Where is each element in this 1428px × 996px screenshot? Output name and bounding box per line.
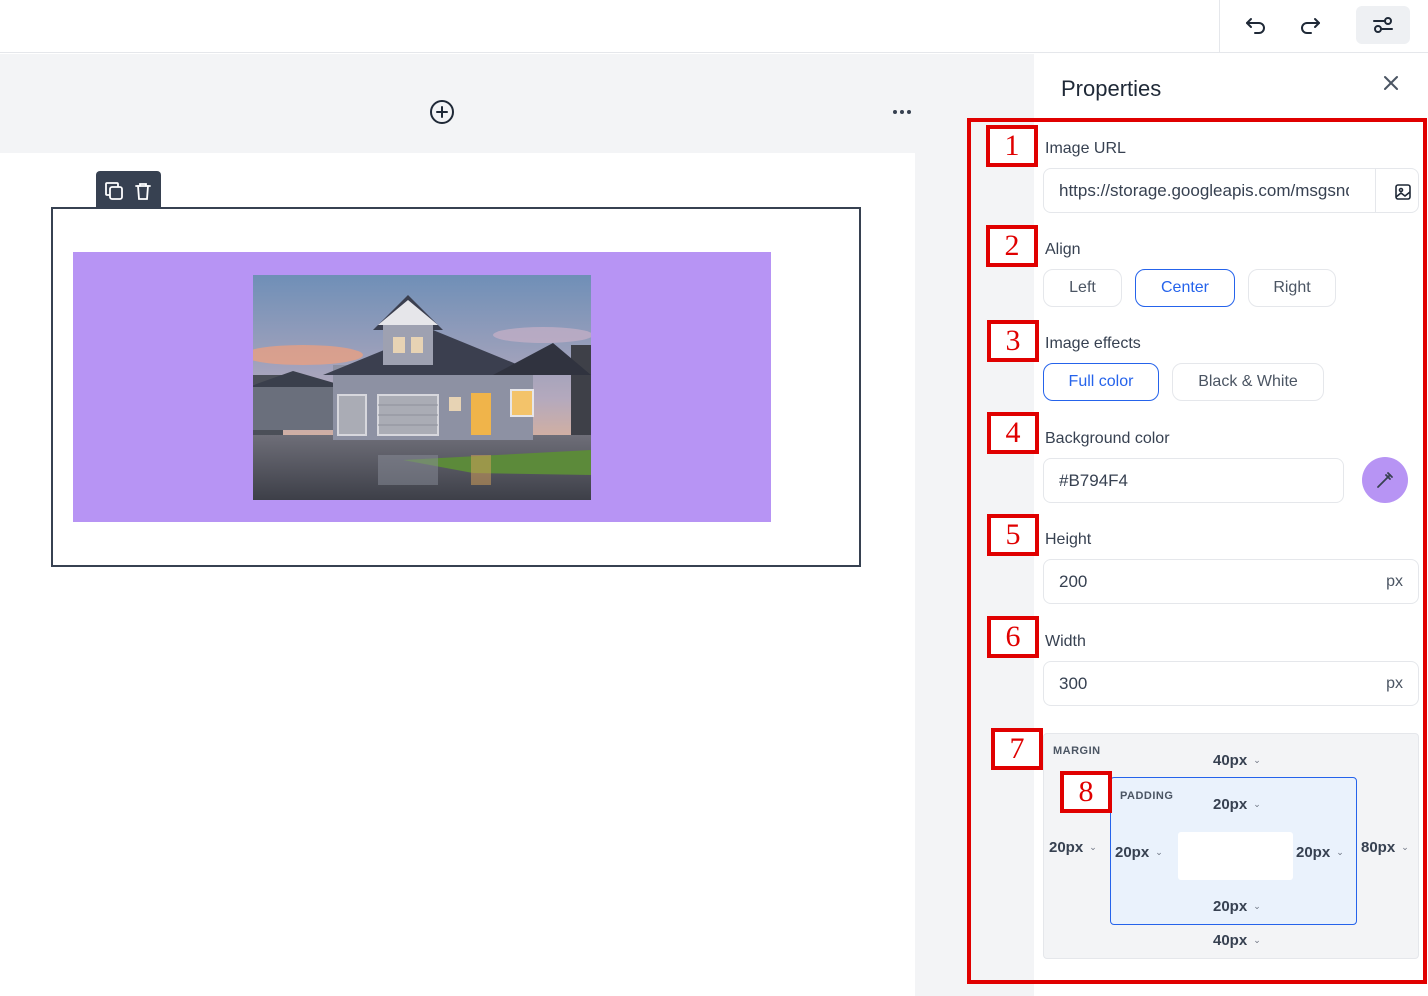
height-value: 200 bbox=[1059, 571, 1088, 591]
top-toolbar bbox=[0, 0, 1428, 53]
marker-7: 7 bbox=[991, 728, 1043, 770]
image-url-label: Image URL bbox=[1045, 140, 1126, 157]
email-page bbox=[0, 153, 915, 996]
close-icon bbox=[1384, 76, 1398, 90]
marker-1: 1 bbox=[986, 125, 1038, 167]
marker-5: 5 bbox=[987, 514, 1039, 556]
marker-3: 3 bbox=[987, 320, 1039, 362]
width-value: 300 bbox=[1059, 673, 1088, 693]
padding-bottom-select[interactable]: 20px ⌄ bbox=[1213, 898, 1261, 915]
redo-icon bbox=[1301, 18, 1320, 34]
content-box bbox=[1178, 832, 1293, 880]
settings-button[interactable] bbox=[1356, 6, 1410, 44]
chevron-down-icon: ⌄ bbox=[1155, 847, 1163, 857]
margin-bottom-select[interactable]: 40px ⌄ bbox=[1213, 932, 1261, 949]
more-horizontal-icon bbox=[893, 110, 897, 114]
chevron-down-icon: ⌄ bbox=[1089, 842, 1097, 852]
block-toolbar bbox=[96, 171, 161, 211]
image-background bbox=[73, 252, 771, 522]
padding-label: PADDING bbox=[1120, 790, 1174, 802]
color-picker-swatch[interactable] bbox=[1362, 457, 1408, 503]
panel-title: Properties bbox=[1061, 76, 1162, 101]
undo-icon bbox=[1246, 18, 1265, 34]
plus-circle-icon bbox=[430, 100, 454, 124]
height-unit: px bbox=[1386, 572, 1403, 590]
delete-block-button[interactable] bbox=[132, 180, 154, 202]
align-center-button[interactable]: Center bbox=[1135, 269, 1235, 307]
image-icon bbox=[1394, 183, 1411, 200]
width-input[interactable]: 300 px bbox=[1043, 661, 1419, 706]
padding-right-select[interactable]: 20px ⌄ bbox=[1296, 844, 1344, 861]
margin-top-select[interactable]: 40px ⌄ bbox=[1213, 752, 1261, 769]
height-input[interactable]: 200 px bbox=[1043, 559, 1419, 604]
trash-icon bbox=[135, 183, 151, 200]
image-effects-label: Image effects bbox=[1045, 335, 1141, 352]
padding-top-select[interactable]: 20px ⌄ bbox=[1213, 796, 1261, 813]
add-block-button[interactable] bbox=[429, 99, 455, 125]
width-unit: px bbox=[1386, 674, 1403, 692]
image-block[interactable] bbox=[51, 207, 861, 567]
marker-2: 2 bbox=[986, 225, 1038, 267]
chevron-down-icon: ⌄ bbox=[1253, 901, 1261, 911]
padding-left-select[interactable]: 20px ⌄ bbox=[1115, 844, 1163, 861]
marker-8: 8 bbox=[1060, 771, 1112, 813]
properties-panel: Properties 1 Image URL https://storage.g… bbox=[967, 54, 1428, 996]
house-image bbox=[253, 275, 591, 500]
align-left-button[interactable]: Left bbox=[1043, 269, 1122, 307]
copy-icon bbox=[105, 182, 123, 200]
margin-left-select[interactable]: 20px ⌄ bbox=[1049, 839, 1097, 856]
full-color-button[interactable]: Full color bbox=[1043, 363, 1159, 401]
close-panel-button[interactable] bbox=[1380, 72, 1402, 94]
toolbar-divider bbox=[1219, 0, 1220, 53]
align-right-button[interactable]: Right bbox=[1248, 269, 1336, 307]
align-label: Align bbox=[1045, 241, 1081, 258]
chevron-down-icon: ⌄ bbox=[1253, 935, 1261, 945]
margin-right-select[interactable]: 80px ⌄ bbox=[1361, 839, 1409, 856]
duplicate-block-button[interactable] bbox=[103, 180, 125, 202]
height-label: Height bbox=[1045, 531, 1092, 548]
undo-button[interactable] bbox=[1236, 8, 1276, 44]
chevron-down-icon: ⌄ bbox=[1253, 755, 1261, 765]
eyedropper-icon bbox=[1377, 472, 1393, 488]
editor-canvas bbox=[0, 54, 1034, 996]
spacing-editor: MARGIN 40px ⌄ 20px ⌄ 80px ⌄ 40px ⌄ PADDING 2… bbox=[1043, 733, 1419, 959]
width-label: Width bbox=[1045, 633, 1086, 650]
row-header bbox=[0, 54, 1034, 153]
marker-4: 4 bbox=[987, 412, 1039, 454]
marker-6: 6 bbox=[987, 616, 1039, 658]
more-options-button[interactable] bbox=[888, 104, 916, 120]
settings-sliders-icon bbox=[1373, 17, 1393, 33]
margin-label: MARGIN bbox=[1053, 745, 1101, 757]
image-url-field[interactable]: https://storage.googleapis.com/msgsndr/i… bbox=[1043, 168, 1419, 213]
chevron-down-icon: ⌄ bbox=[1401, 842, 1409, 852]
padding-box: PADDING 20px ⌄ 20px ⌄ 20px ⌄ 20px ⌄ bbox=[1110, 777, 1357, 925]
redo-button[interactable] bbox=[1290, 8, 1330, 44]
choose-image-button[interactable] bbox=[1375, 169, 1418, 212]
background-color-label: Background color bbox=[1045, 430, 1170, 447]
black-white-button[interactable]: Black & White bbox=[1172, 363, 1324, 401]
image-url-value: https://storage.googleapis.com/msgsndr/i… bbox=[1059, 180, 1349, 200]
chevron-down-icon: ⌄ bbox=[1336, 847, 1344, 857]
background-color-field[interactable]: #B794F4 bbox=[1043, 458, 1344, 503]
chevron-down-icon: ⌄ bbox=[1253, 799, 1261, 809]
